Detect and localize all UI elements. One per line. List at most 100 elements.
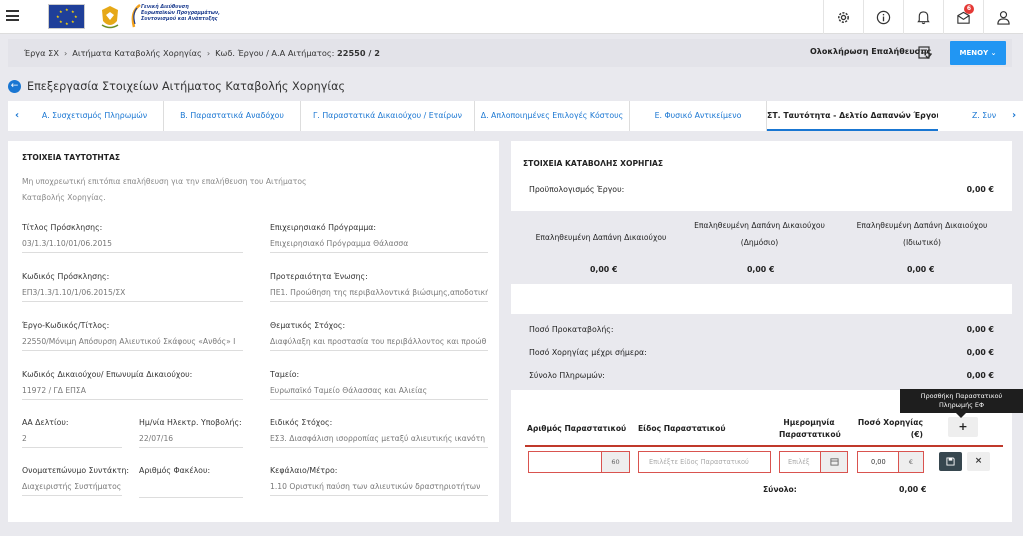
header-line: Παραστατικού — [779, 430, 841, 439]
user-button[interactable] — [983, 0, 1023, 34]
breadcrumb: Έργα ΣΧ › Αιτήματα Καταβολής Χορηγίας › Κωδ.… — [24, 48, 380, 58]
field-label: Κεφάλαιο/Μέτρο: — [270, 466, 338, 475]
header-doc-type: Είδος Παραστατικού — [638, 424, 726, 433]
header-line: Ημερομηνία — [783, 418, 835, 427]
doc-type-select[interactable]: Επιλέξτε Είδος Παραστατικού — [638, 451, 771, 473]
doc-date-input[interactable]: Επιλέξ — [779, 451, 848, 473]
field-value: ΕΣ3. Διασφάλιση ισορροπίας μεταξύ αλιευτ… — [270, 434, 488, 448]
field-value: Ευρωπαϊκό Ταμείο Θάλασσας και Αλιείας — [270, 386, 488, 400]
beneficiary-field: Κωδικός Δικαιούχου/ Επωνυμία Δικαιούχου:… — [22, 370, 243, 400]
org-logo-text: Γενική Διεύθυνση Ευρωπαϊκών Προγραμμάτων… — [141, 5, 220, 23]
table-total-label: Σύνολο: — [763, 485, 797, 494]
verified-col1-value: 0,00 € — [590, 265, 618, 274]
add-document-tooltip: Προσθήκη Παραστατικού Πληρωμής ΕΦ — [900, 389, 1023, 418]
header-doc-date: Ημερομηνία Παραστατικού — [779, 417, 841, 441]
verified-expenses-block: Επαληθευμένη Δαπάνη Δικαιούχου Επαληθευμ… — [511, 211, 1012, 284]
tab-scroll-left-icon[interactable]: ‹ — [8, 101, 26, 131]
field-label: Έργο-Κωδικός/Τίτλος: — [22, 321, 110, 330]
thematic-field: Θεματικός Στόχος: Διαφύλαξη και προστασί… — [270, 321, 488, 351]
tab-simplified-costs[interactable]: Δ. Απλοποιημένες Επιλογές Κόστους — [475, 101, 630, 131]
union-priority-field: Προτεραιότητα Ένωσης: ΠΕ1. Προώθηση της … — [270, 272, 488, 302]
advance-value: 0,00 € — [966, 325, 994, 334]
calendar-icon[interactable] — [820, 452, 847, 472]
add-document-button[interactable]: + — [948, 417, 978, 437]
field-value: ΕΠ3/1.3/1.10/1/06.2015/ΣΧ — [22, 288, 243, 302]
advance-row: Ποσό Προκαταβολής: 0,00 € — [529, 325, 994, 334]
field-value: 22550/Μόνιμη Απόσυρση Αλιευτικού Σκάφους… — [22, 337, 243, 351]
tab-scroll-right-icon[interactable]: › — [1005, 101, 1023, 131]
logo-text-line: Συντονισμού και Ανάπτυξης — [141, 17, 218, 22]
header-line: Ποσό Χορηγίας — [857, 418, 923, 427]
field-value: 11972 / ΓΔ ΕΠΣΑ — [22, 386, 243, 400]
grant-amount-value: 0,00 — [871, 458, 886, 466]
breadcrumb-item[interactable]: Αιτήματα Καταβολής Χορηγίας — [72, 48, 202, 58]
label-line: (Δημόσιο) — [740, 238, 779, 247]
header-doc-number: Αριθμός Παραστατικού — [527, 424, 627, 433]
field-label: Κωδικός Δικαιούχου/ Επωνυμία Δικαιούχου: — [22, 370, 193, 379]
call-title-field: Τίτλος Πρόσκλησης: 03/1.3/1.10/01/06.201… — [22, 223, 243, 253]
field-value: 1.10 Οριστική παύση των αλιευτικών δραστ… — [270, 482, 488, 496]
submission-date-field: Ημ/νία Ηλεκτρ. Υποβολής: 22/07/16 — [139, 418, 243, 448]
grant-amount-input[interactable]: 0,00 € — [857, 451, 924, 473]
info-icon — [876, 10, 891, 24]
checklist-icon[interactable] — [918, 45, 932, 59]
total-payments-value: 0,00 € — [966, 371, 994, 380]
info-button[interactable] — [863, 0, 903, 34]
aa-field: ΑΑ Δελτίου: 2 — [22, 418, 122, 448]
verified-col1-label: Επαληθευμένη Δαπάνη Δικαιούχου — [535, 233, 667, 242]
menu-button[interactable]: ΜΕΝΟΥ ⌄ — [950, 41, 1006, 65]
payment-totals-block: Ποσό Προκαταβολής: 0,00 € Ποσό Χορηγίας … — [511, 314, 1012, 390]
cyprus-emblem-logo — [101, 6, 119, 29]
breadcrumb-separator: › — [63, 48, 68, 58]
save-row-button[interactable] — [939, 452, 962, 471]
field-label: ΑΑ Δελτίου: — [22, 418, 69, 427]
tab-beneficiary-docs[interactable]: Γ. Παραστατικά Δικαιούχου / Εταίρων — [301, 101, 475, 131]
field-value: 2 — [22, 434, 122, 448]
breadcrumb-separator: › — [206, 48, 211, 58]
eu-flag-logo: ★ ★ ★ ★ ★ ★ ★ ★ — [48, 4, 85, 29]
header-grant-amount: Ποσό Χορηγίας (€) — [857, 417, 923, 441]
label-line: Επαληθευμένη Δαπάνη Δικαιούχου — [856, 221, 988, 230]
notifications-button[interactable] — [903, 0, 943, 34]
identity-title: ΣΤΟΙΧΕΙΑ ΤΑΥΤΟΤΗΤΑΣ — [22, 153, 121, 162]
field-value: Διαφύλαξη και προστασία του περιβάλλοντο… — [270, 337, 488, 351]
field-label: Ημ/νία Ηλεκτρ. Υποβολής: — [139, 418, 242, 427]
complete-verification-link[interactable]: Ολοκλήρωση Επαλήθευσης — [810, 47, 931, 56]
grant-title: ΣΤΟΙΧΕΙΑ ΚΑΤΑΒΟΛΗΣ ΧΟΡΗΓΙΑΣ — [523, 159, 664, 168]
delete-row-button[interactable]: × — [967, 452, 990, 471]
settings-button[interactable] — [823, 0, 863, 34]
specific-objective-field: Ειδικός Στόχος: ΕΣ3. Διασφάλιση ισορροπί… — [270, 418, 488, 448]
tab-identity[interactable]: ΣΤ. Ταυτότητα - Δελτίο Δαπανών Έργου — [767, 101, 938, 131]
project-field: Έργο-Κωδικός/Τίτλος: 22550/Μόνιμη Απόσυρ… — [22, 321, 243, 351]
messages-button[interactable]: 6 — [943, 0, 983, 34]
tab-physical-object[interactable]: Ε. Φυσικό Αντικείμενο — [630, 101, 767, 131]
total-payments-row: Σύνολο Πληρωμών: 0,00 € — [529, 371, 994, 380]
field-label: Αριθμός Φακέλου: — [139, 466, 211, 475]
menu-icon[interactable] — [6, 10, 19, 21]
chevron-down-icon: ⌄ — [990, 49, 997, 57]
back-arrow-icon[interactable]: ← — [8, 79, 21, 93]
page-title: Επεξεργασία Στοιχείων Αιτήματος Καταβολή… — [27, 79, 346, 93]
menu-button-label: ΜΕΝΟΥ — [959, 49, 989, 57]
tab-payments[interactable]: Α. Συσχετισμός Πληρωμών — [26, 101, 164, 131]
tooltip-line: Πληρωμής ΕΦ — [938, 401, 984, 409]
op-program-field: Επιχειρησιακό Πρόγραμμα: Επιχειρησιακό Π… — [270, 223, 488, 253]
doc-number-input[interactable]: 60 — [528, 451, 630, 473]
doc-type-placeholder: Επιλέξτε Είδος Παραστατικού — [649, 458, 749, 466]
tab-bar: ‹ Α. Συσχετισμός Πληρωμών Β. Παραστατικά… — [8, 101, 1023, 131]
field-value: Διαχειριστής Συστήματος — [22, 482, 122, 496]
table-total-value: 0,00 € — [899, 485, 927, 494]
verification-note: Μη υποχρεωτική επιτόπια επαλήθευση για τ… — [22, 177, 307, 202]
doc-date-placeholder: Επιλέξ — [788, 458, 810, 466]
field-value: 03/1.3/1.10/01/06.2015 — [22, 239, 243, 253]
field-value: ΠΕ1. Προώθηση της περιβαλλοντικά βιώσιμη… — [270, 288, 488, 302]
user-icon — [997, 10, 1010, 25]
field-label: Επιχειρησιακό Πρόγραμμα: — [270, 223, 377, 232]
tab-summary[interactable]: Ζ. Συν — [940, 101, 1010, 131]
field-label: Κωδικός Πρόσκλησης: — [22, 272, 110, 281]
breadcrumb-item[interactable]: Έργα ΣΧ — [24, 48, 59, 58]
tooltip-line: Προσθήκη Παραστατικού — [920, 392, 1003, 400]
tab-contractor-docs[interactable]: Β. Παραστατικά Αναδόχου — [164, 101, 301, 131]
grant-to-date-value: 0,00 € — [966, 348, 994, 357]
org-logo: Γενική Διεύθυνση Ευρωπαϊκών Προγραμμάτων… — [128, 3, 233, 31]
